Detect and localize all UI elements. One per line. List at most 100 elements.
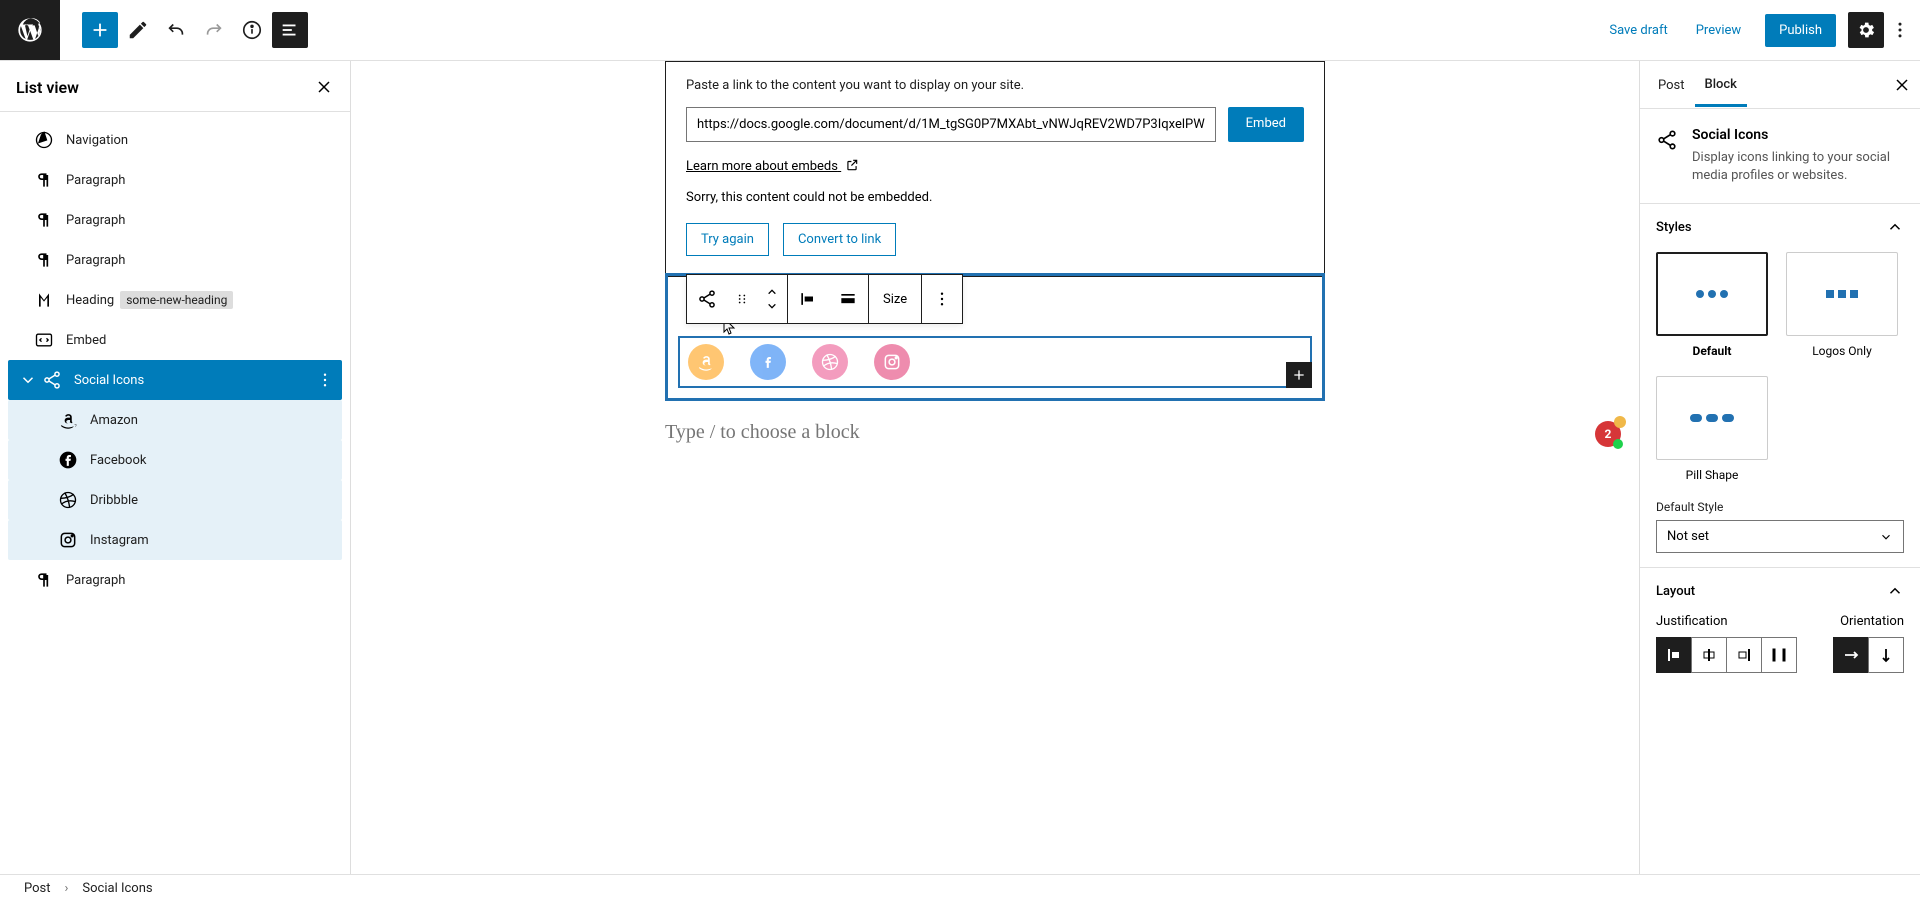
close-icon[interactable] bbox=[314, 77, 334, 97]
amazon-icon bbox=[56, 408, 80, 432]
block-type-icon[interactable] bbox=[687, 275, 727, 323]
wordpress-logo[interactable] bbox=[0, 0, 60, 60]
more-options-icon[interactable] bbox=[1888, 12, 1912, 48]
social-amazon-icon[interactable] bbox=[688, 344, 724, 380]
list-item-social-icons[interactable]: Social Icons bbox=[8, 360, 342, 400]
layout-toggle[interactable]: Layout bbox=[1656, 582, 1904, 600]
try-again-button[interactable]: Try again bbox=[686, 223, 769, 256]
justification-buttons bbox=[1656, 637, 1797, 673]
info-icon[interactable] bbox=[234, 12, 270, 48]
external-link-icon bbox=[845, 158, 859, 172]
close-icon[interactable] bbox=[1892, 75, 1912, 95]
settings-toggle-button[interactable] bbox=[1848, 12, 1884, 48]
social-instagram-icon[interactable] bbox=[874, 344, 910, 380]
list-item-paragraph[interactable]: Paragraph bbox=[8, 200, 342, 240]
list-item-navigation[interactable]: Navigation bbox=[8, 120, 342, 160]
list-item-instagram[interactable]: Instagram bbox=[8, 520, 342, 560]
drag-handle-icon[interactable] bbox=[727, 275, 757, 323]
save-draft-button[interactable]: Save draft bbox=[1597, 15, 1679, 46]
embed-error-message: Sorry, this content could not be embedde… bbox=[686, 190, 1304, 205]
toolbar-more-icon[interactable] bbox=[922, 275, 962, 323]
learn-more-link[interactable]: Learn more about embeds bbox=[686, 158, 1304, 174]
block-title: Social Icons bbox=[1692, 127, 1904, 143]
list-item-facebook[interactable]: Facebook bbox=[8, 440, 342, 480]
item-more-icon[interactable] bbox=[316, 371, 334, 389]
default-style-select[interactable]: Not set bbox=[1656, 520, 1904, 553]
paragraph-icon bbox=[32, 248, 56, 272]
redo-icon[interactable] bbox=[196, 12, 232, 48]
embed-submit-button[interactable]: Embed bbox=[1228, 107, 1304, 142]
convert-to-link-button[interactable]: Convert to link bbox=[783, 223, 896, 256]
heading-icon bbox=[32, 288, 56, 312]
list-item-paragraph[interactable]: Paragraph bbox=[8, 240, 342, 280]
heading-anchor-badge: some-new-heading bbox=[120, 291, 233, 309]
social-facebook-icon[interactable] bbox=[750, 344, 786, 380]
add-block-button[interactable] bbox=[82, 12, 118, 48]
list-view-tree: Navigation Paragraph Paragraph Paragraph… bbox=[0, 112, 350, 608]
orientation-vertical-button[interactable] bbox=[1868, 637, 1904, 673]
list-item-label: Social Icons bbox=[74, 373, 144, 388]
tab-block[interactable]: Block bbox=[1695, 63, 1747, 107]
style-default[interactable]: Default bbox=[1656, 252, 1768, 358]
embed-url-input[interactable] bbox=[686, 107, 1216, 142]
style-pill-shape[interactable]: Pill Shape bbox=[1656, 376, 1768, 482]
list-item-paragraph[interactable]: Paragraph bbox=[8, 560, 342, 600]
share-icon bbox=[1656, 127, 1678, 185]
chevron-up-icon bbox=[1886, 218, 1904, 236]
block-appender-placeholder[interactable]: Type / to choose a block bbox=[665, 421, 1325, 444]
breadcrumb-block[interactable]: Social Icons bbox=[82, 881, 152, 896]
social-icons-block[interactable]: Size bbox=[665, 273, 1325, 401]
add-social-icon-button[interactable] bbox=[1286, 362, 1312, 388]
list-item-embed[interactable]: Embed bbox=[8, 320, 342, 360]
chevron-up-icon bbox=[1886, 582, 1904, 600]
edit-tool-icon[interactable] bbox=[120, 12, 156, 48]
styles-toggle[interactable]: Styles bbox=[1656, 218, 1904, 236]
layout-section: Layout Justification Orientation bbox=[1640, 568, 1920, 687]
editor-topbar: Save draft Preview Publish bbox=[0, 0, 1920, 61]
list-item-label: Paragraph bbox=[66, 213, 125, 228]
preview-button[interactable]: Preview bbox=[1684, 15, 1753, 46]
list-item-label: Dribbble bbox=[90, 493, 138, 508]
list-item-label: Facebook bbox=[90, 453, 146, 468]
list-view-toggle-icon[interactable] bbox=[272, 12, 308, 48]
embed-block[interactable]: Paste a link to the content you want to … bbox=[665, 61, 1325, 277]
justify-right-button[interactable] bbox=[1726, 637, 1762, 673]
list-item-paragraph[interactable]: Paragraph bbox=[8, 160, 342, 200]
publish-button[interactable]: Publish bbox=[1765, 14, 1836, 47]
list-item-label: Paragraph bbox=[66, 253, 125, 268]
justify-center-button[interactable] bbox=[1691, 637, 1727, 673]
block-description: Display icons linking to your social med… bbox=[1692, 149, 1904, 185]
justify-left-icon[interactable] bbox=[788, 275, 828, 323]
block-info: Social Icons Display icons linking to yo… bbox=[1640, 109, 1920, 204]
list-item-amazon[interactable]: Amazon bbox=[8, 400, 342, 440]
styles-section: Styles Default Logos Only Pill Shape bbox=[1640, 204, 1920, 568]
size-button[interactable]: Size bbox=[869, 292, 921, 307]
social-icons-row[interactable] bbox=[678, 336, 1312, 388]
tab-post[interactable]: Post bbox=[1648, 64, 1695, 105]
list-item-dribbble[interactable]: Dribbble bbox=[8, 480, 342, 520]
embed-instruction: Paste a link to the content you want to … bbox=[686, 78, 1304, 93]
undo-icon[interactable] bbox=[158, 12, 194, 48]
justify-left-button[interactable] bbox=[1656, 637, 1692, 673]
chevron-down-icon[interactable] bbox=[16, 371, 40, 389]
embed-icon bbox=[32, 328, 56, 352]
move-up-down-icon[interactable] bbox=[757, 275, 787, 323]
style-logos-only[interactable]: Logos Only bbox=[1786, 252, 1898, 358]
list-item-heading[interactable]: Heading some-new-heading bbox=[8, 280, 342, 320]
inspector-tabs: Post Block bbox=[1640, 61, 1920, 109]
dribbble-icon bbox=[56, 488, 80, 512]
orientation-label: Orientation bbox=[1840, 614, 1904, 629]
align-icon[interactable] bbox=[828, 275, 868, 323]
block-toolbar: Size bbox=[686, 274, 963, 324]
justify-space-button[interactable] bbox=[1761, 637, 1797, 673]
editor-canvas[interactable]: Paste a link to the content you want to … bbox=[351, 61, 1639, 874]
default-style-label: Default Style bbox=[1656, 500, 1904, 514]
breadcrumb-post[interactable]: Post bbox=[24, 881, 51, 896]
list-item-label: Paragraph bbox=[66, 573, 125, 588]
block-inspector: Post Block Social Icons Display icons li… bbox=[1639, 61, 1920, 874]
notification-badge[interactable]: 2 bbox=[1595, 421, 1621, 447]
chevron-down-icon bbox=[1879, 530, 1893, 544]
orientation-horizontal-button[interactable] bbox=[1833, 637, 1869, 673]
social-dribbble-icon[interactable] bbox=[812, 344, 848, 380]
paragraph-icon bbox=[32, 208, 56, 232]
